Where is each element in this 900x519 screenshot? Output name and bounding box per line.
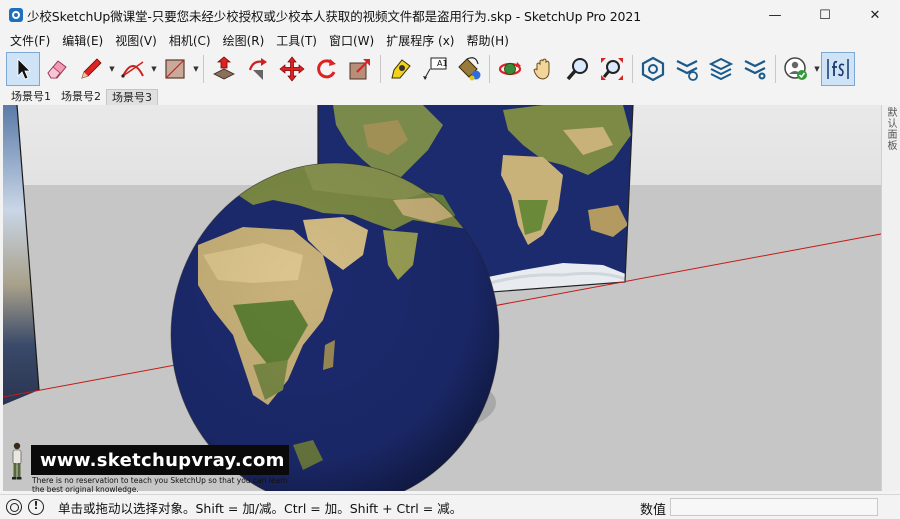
status-icons — [6, 499, 50, 515]
fs-icon — [827, 59, 849, 79]
follow-me-tool-button[interactable] — [241, 52, 275, 86]
text-tool-label: A1 — [437, 59, 448, 68]
eraser-icon — [47, 60, 67, 79]
menu-bar: 文件(F) 编辑(E) 视图(V) 相机(C) 绘图(R) 工具(T) 窗口(W… — [0, 30, 900, 50]
eraser-tool-button[interactable] — [40, 52, 74, 86]
viewport-scene — [3, 105, 881, 491]
menu-camera[interactable]: 相机(C) — [163, 32, 217, 49]
instructor-info-icon[interactable] — [28, 499, 44, 515]
rectangle-tool-button[interactable] — [158, 52, 192, 86]
arc-icon — [121, 61, 144, 78]
zoom-extents-icon — [601, 58, 623, 80]
arc-tool-button[interactable] — [116, 52, 150, 86]
tray-label: 默认面板 — [885, 107, 896, 151]
extension-manager-icon — [744, 60, 766, 80]
menu-view[interactable]: 视图(V) — [109, 32, 163, 49]
zoom-tool-button[interactable] — [561, 52, 595, 86]
pan-tool-button[interactable] — [527, 52, 561, 86]
arc-dropdown-icon[interactable]: ▼ — [150, 52, 158, 86]
3d-warehouse-icon — [641, 56, 665, 82]
push-pull-icon — [213, 56, 235, 80]
orbit-icon — [498, 62, 522, 76]
account-button[interactable] — [779, 52, 813, 86]
pencil-tool-button[interactable] — [74, 52, 108, 86]
rectangle-dropdown-icon[interactable]: ▼ — [192, 52, 200, 86]
rectangle-icon — [165, 59, 185, 79]
sketchup-window: 少校SketchUp微课堂-只要您未经少校授权或少校本人获取的视频文件都是盗用行… — [0, 0, 900, 519]
toolbar-separator — [489, 55, 490, 83]
status-message: 单击或拖动以选择对象。Shift = 加/减。Ctrl = 加。Shift + … — [58, 500, 463, 516]
measurements-input[interactable] — [670, 498, 878, 516]
watermark-url: www.sketchupvray.com — [40, 449, 285, 471]
title-bar: 少校SketchUp微课堂-只要您未经少校授权或少校本人获取的视频文件都是盗用行… — [0, 0, 900, 30]
menu-help[interactable]: 帮助(H) — [460, 32, 514, 49]
geo-location-icon[interactable] — [6, 499, 22, 515]
tape-measure-tool-button[interactable] — [384, 52, 418, 86]
toolbar-separator — [380, 55, 381, 83]
push-pull-tool-button[interactable] — [207, 52, 241, 86]
scene-tab-2[interactable]: 场景号2 — [56, 89, 106, 105]
tape-measure-icon — [391, 59, 411, 79]
measurements-label: 数值 — [640, 503, 667, 518]
scale-icon — [349, 59, 370, 80]
scene-tab-bar: 场景号1 场景号2 场景号3 — [0, 88, 900, 105]
window-controls: — ☐ ✕ — [750, 0, 900, 30]
main-toolbar: ▼ ▼ ▼ A1 ▼ — [0, 50, 900, 88]
sketchup-app-icon — [9, 8, 23, 22]
account-dropdown-icon[interactable]: ▼ — [813, 52, 821, 86]
pencil-line-icon — [81, 58, 102, 79]
menu-extensions[interactable]: 扩展程序 (x) — [380, 32, 460, 49]
paint-bucket-tool-button[interactable] — [452, 52, 486, 86]
pencil-dropdown-icon[interactable]: ▼ — [108, 52, 116, 86]
status-bar: 单击或拖动以选择对象。Shift = 加/减。Ctrl = 加。Shift + … — [0, 494, 900, 519]
account-icon — [784, 57, 807, 80]
toolbar-separator — [203, 55, 204, 83]
menu-tools[interactable]: 工具(T) — [270, 32, 323, 49]
minimize-button[interactable]: — — [750, 0, 800, 30]
move-icon — [279, 56, 305, 82]
fs-tool-button[interactable] — [821, 52, 855, 86]
menu-edit[interactable]: 编辑(E) — [56, 32, 109, 49]
text-tool-button[interactable]: A1 — [418, 52, 452, 86]
watermark-note: There is no reservation to teach you Ske… — [32, 476, 288, 494]
layout-button[interactable] — [704, 52, 738, 86]
pan-hand-icon — [533, 58, 550, 80]
menu-file[interactable]: 文件(F) — [4, 32, 56, 49]
toolbar-separator — [632, 55, 633, 83]
default-tray-panel[interactable]: 默认面板 — [881, 105, 900, 491]
layout-icon — [708, 57, 734, 81]
menu-draw[interactable]: 绘图(R) — [217, 32, 271, 49]
toolbar-separator — [775, 55, 776, 83]
3d-warehouse-button[interactable] — [636, 52, 670, 86]
scale-tool-button[interactable] — [343, 52, 377, 86]
extension-warehouse-icon — [676, 60, 698, 81]
zoom-extents-tool-button[interactable] — [595, 52, 629, 86]
zoom-icon — [566, 58, 588, 81]
menu-window[interactable]: 窗口(W) — [323, 32, 380, 49]
model-viewport[interactable] — [3, 105, 881, 491]
close-button[interactable]: ✕ — [850, 0, 900, 30]
maximize-button[interactable]: ☐ — [800, 0, 850, 30]
scene-tab-3[interactable]: 场景号3 — [106, 89, 158, 105]
extension-manager-button[interactable] — [738, 52, 772, 86]
window-title: 少校SketchUp微课堂-只要您未经少校授权或少校本人获取的视频文件都是盗用行… — [27, 8, 642, 24]
orbit-tool-button[interactable] — [493, 52, 527, 86]
follow-me-icon — [248, 58, 267, 80]
extension-warehouse-button[interactable] — [670, 52, 704, 86]
rotate-icon — [317, 59, 336, 79]
move-tool-button[interactable] — [275, 52, 309, 86]
select-tool-button[interactable] — [6, 52, 40, 86]
watermark-banner: www.sketchupvray.com — [31, 445, 289, 475]
paint-bucket-icon — [458, 57, 481, 81]
scene-tab-1[interactable]: 场景号1 — [6, 89, 56, 105]
rotate-tool-button[interactable] — [309, 52, 343, 86]
select-arrow-icon — [17, 58, 31, 80]
